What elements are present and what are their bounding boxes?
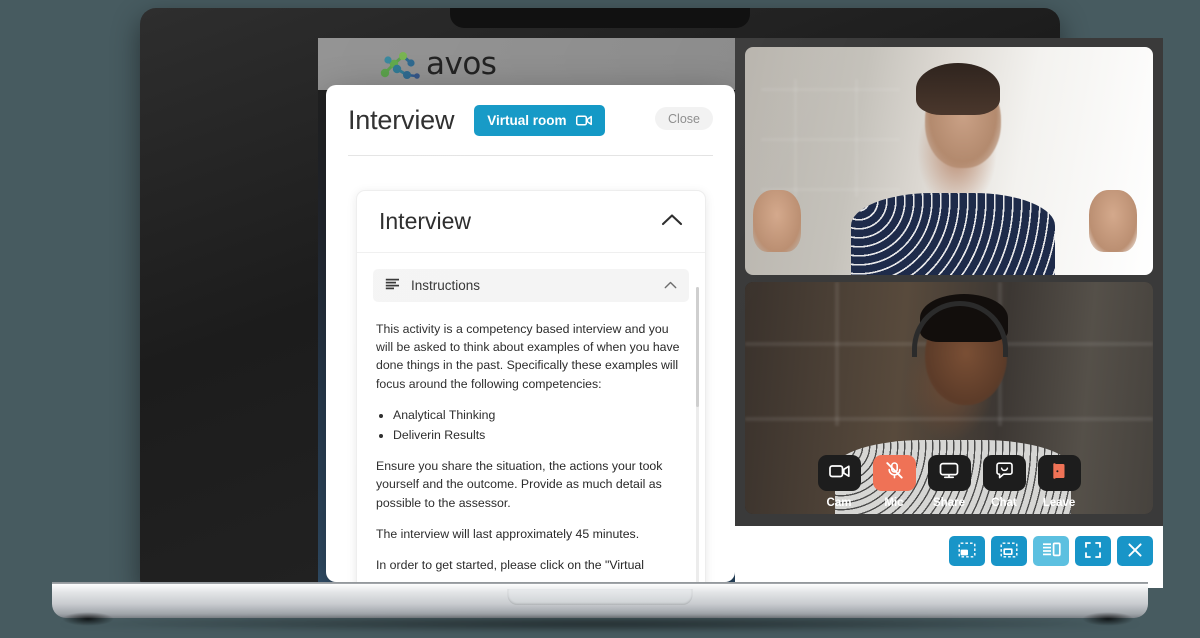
call-controls-bar: Cam Mic Share Chat Leave: [735, 452, 1163, 526]
sidebar-layout-button[interactable]: [1033, 536, 1069, 566]
avos-network-mark-icon: [380, 52, 420, 79]
app-topbar: avos: [318, 38, 735, 90]
chat-button[interactable]: [982, 455, 1026, 491]
control-leave[interactable]: Leave: [1037, 455, 1081, 509]
chat-label: Chat: [991, 497, 1017, 509]
leave-button[interactable]: [1037, 455, 1081, 491]
mic-button[interactable]: [872, 455, 916, 491]
instructions-label: Instructions: [411, 278, 481, 293]
control-chat[interactable]: Chat: [982, 455, 1026, 509]
instructions-paragraph-4: In order to get started, please click on…: [376, 557, 644, 572]
brand-name: avos: [426, 46, 497, 82]
participant-1-hand-right: [1088, 190, 1137, 253]
header-divider: [348, 155, 713, 156]
picture-in-picture-bottom-left-button[interactable]: [949, 536, 985, 566]
laptop-camera-notch: [450, 8, 750, 28]
share-label: Share: [933, 497, 965, 509]
microphone-muted-icon: [885, 461, 904, 485]
modal-header: Interview Virtual room Close: [326, 85, 735, 156]
instructions-paragraph-3: The interview will last approximately 45…: [376, 526, 640, 541]
leave-label: Leave: [1042, 497, 1076, 509]
app-viewport: avos s Interview Virtual room: [318, 38, 1163, 588]
laptop-lid: avos s Interview Virtual room: [140, 8, 1163, 588]
instructions-accordion-header[interactable]: Instructions: [373, 269, 689, 302]
fullscreen-button[interactable]: [1075, 536, 1111, 566]
laptop-base-notch: [507, 589, 693, 605]
interview-panel-header[interactable]: Interview: [357, 191, 705, 253]
list-item: Deliverin Results: [393, 426, 686, 444]
interview-panel-title: Interview: [379, 208, 472, 234]
chat-bubble-icon: [995, 461, 1014, 485]
cam-button[interactable]: [817, 455, 861, 491]
laptop-screen: avos s Interview Virtual room: [318, 38, 1163, 588]
fullscreen-icon: [1085, 541, 1101, 561]
video-camera-icon: [828, 464, 850, 483]
screen-share-icon: [939, 462, 959, 484]
control-share[interactable]: Share: [927, 455, 971, 509]
chevron-up-icon-small[interactable]: [664, 280, 677, 292]
picture-in-picture-bottom-left-icon: [958, 542, 976, 561]
share-button[interactable]: [927, 455, 971, 491]
laptop-mockup: avos s Interview Virtual room: [0, 0, 1200, 638]
video-camera-icon: [575, 115, 592, 126]
instructions-body: This activity is a competency based inte…: [373, 302, 689, 582]
close-x-icon: [1127, 542, 1143, 561]
video-pane: Cam Mic Share Chat Leave: [735, 38, 1163, 588]
competency-list: Analytical Thinking Deliverin Results: [393, 406, 686, 444]
instructions-paragraph-2: Ensure you share the situation, the acti…: [376, 459, 663, 510]
picture-in-picture-bottom-right-button[interactable]: [991, 536, 1027, 566]
participant-1-video: [745, 47, 1153, 275]
laptop-drop-shadow: [60, 616, 1140, 632]
chevron-up-icon[interactable]: [661, 213, 683, 231]
interview-modal: Interview Virtual room Close Interview I…: [326, 85, 735, 582]
list-lines-icon: [385, 277, 400, 295]
virtual-room-label: Virtual room: [487, 113, 567, 128]
brand-logo[interactable]: avos: [378, 46, 497, 82]
participant-1-hair: [916, 62, 1001, 115]
cam-label: Cam: [826, 497, 852, 509]
sidebar-layout-icon: [1042, 542, 1061, 560]
participant-1-hand-left: [753, 190, 802, 253]
close-video-button[interactable]: [1117, 536, 1153, 566]
exit-door-icon: [1051, 462, 1068, 485]
layout-controls: [949, 536, 1153, 566]
close-button[interactable]: Close: [655, 107, 713, 130]
list-item: Analytical Thinking: [393, 406, 686, 424]
modal-title: Interview: [348, 105, 455, 135]
bottom-strip: [735, 526, 1163, 588]
interview-panel-card: Interview Instructions This activity is …: [356, 190, 706, 582]
participant-1-torso: [851, 192, 1056, 275]
mic-label: Mic: [884, 497, 904, 509]
virtual-room-button[interactable]: Virtual room: [474, 105, 605, 136]
control-mic[interactable]: Mic: [872, 455, 916, 509]
instructions-paragraph-1: This activity is a competency based inte…: [376, 322, 680, 391]
panel-scrollbar-thumb[interactable]: [696, 287, 699, 407]
picture-in-picture-bottom-right-icon: [1000, 542, 1018, 561]
control-cam[interactable]: Cam: [817, 455, 861, 509]
video-tile-participant-1[interactable]: [745, 47, 1153, 275]
